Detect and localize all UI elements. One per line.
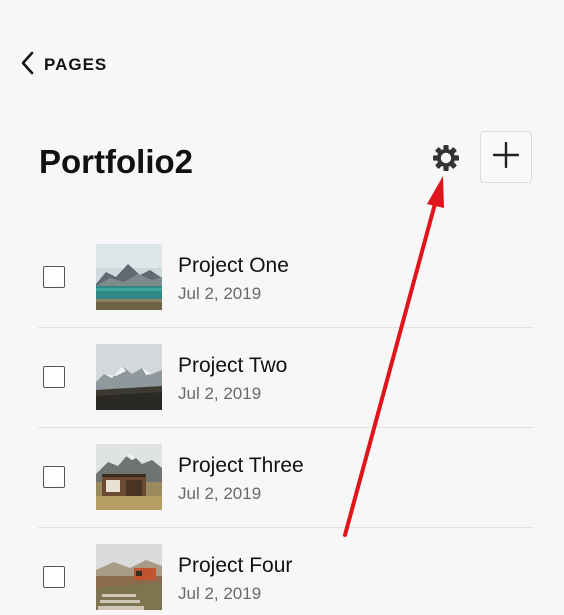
project-title: Project Two (178, 354, 288, 377)
select-checkbox[interactable] (43, 266, 65, 288)
select-checkbox[interactable] (43, 466, 65, 488)
project-date: Jul 2, 2019 (178, 584, 262, 603)
page-title: Portfolio2 (39, 143, 193, 180)
project-thumbnail (96, 544, 162, 610)
project-date: Jul 2, 2019 (178, 284, 262, 303)
plus-icon (492, 141, 520, 173)
project-title: Project Three (178, 454, 304, 477)
project-thumbnail (96, 444, 162, 510)
project-title: Project One (178, 254, 289, 277)
project-date: Jul 2, 2019 (178, 384, 262, 403)
gear-icon (430, 142, 462, 179)
back-to-pages-link[interactable]: PAGES (20, 50, 107, 80)
list-item[interactable]: Project Three Jul 2, 2019 (38, 428, 534, 528)
list-item[interactable]: Project One Jul 2, 2019 (38, 228, 534, 328)
project-title: Project Four (178, 554, 293, 577)
add-page-button[interactable] (480, 131, 532, 183)
project-list: Project One Jul 2, 2019 Project Two Jul … (38, 228, 534, 615)
settings-button[interactable] (428, 142, 464, 178)
project-thumbnail (96, 344, 162, 410)
select-checkbox[interactable] (43, 366, 65, 388)
chevron-left-icon (20, 51, 34, 80)
project-thumbnail (96, 244, 162, 310)
select-checkbox[interactable] (43, 566, 65, 588)
project-date: Jul 2, 2019 (178, 484, 262, 503)
list-item[interactable]: Project Four Jul 2, 2019 (38, 528, 534, 615)
list-item[interactable]: Project Two Jul 2, 2019 (38, 328, 534, 428)
back-label: PAGES (44, 55, 108, 74)
